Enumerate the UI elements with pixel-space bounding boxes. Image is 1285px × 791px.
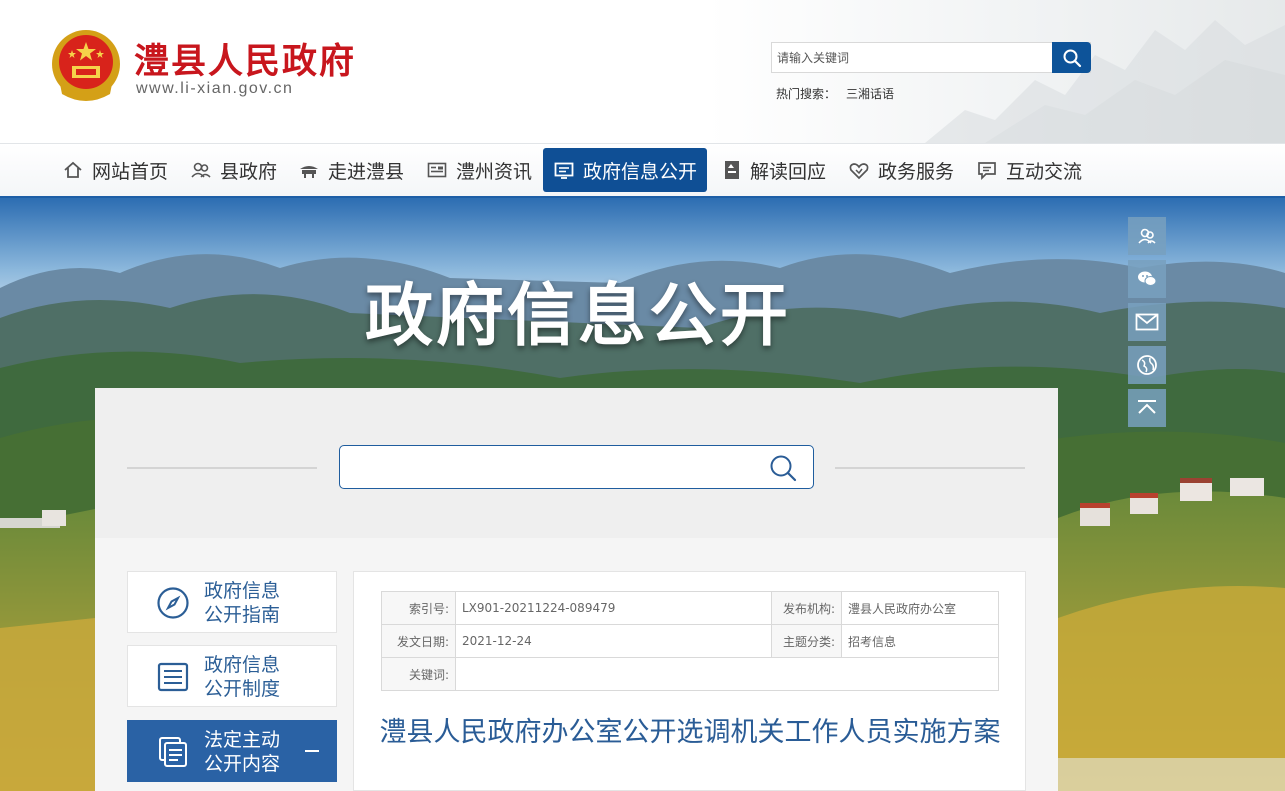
- hot-search-link[interactable]: 三湘话语: [846, 87, 894, 101]
- sidebar-item-label: 法定主动 公开内容: [204, 729, 281, 775]
- nav-item-gov-services[interactable]: 政务服务: [838, 148, 964, 192]
- site-header: 澧县人民政府 www.li-xian.gov.cn 热门搜索： 三湘话语: [0, 0, 1285, 143]
- hot-search: 热门搜索： 三湘话语: [776, 85, 894, 102]
- search-icon[interactable]: [769, 454, 797, 482]
- nav-label: 县政府: [220, 160, 278, 183]
- article-card: 索引号: LX901-20211224-089479 发布机构: 澧县人民政府办…: [353, 571, 1026, 791]
- nav-item-gov-info-disclosure[interactable]: 政府信息公开: [543, 148, 708, 192]
- site-title: 澧县人民政府: [134, 41, 357, 82]
- chat-icon: [978, 162, 996, 181]
- list-doc-icon: [157, 662, 189, 692]
- back-to-top-icon: [1138, 400, 1156, 414]
- meta-topic: 招考信息: [841, 624, 999, 658]
- heart-hand-icon: [849, 163, 869, 180]
- globe-icon: [1137, 355, 1157, 375]
- sidebar-item-disclosure-system[interactable]: 政府信息 公开制度: [127, 645, 337, 707]
- weibo-icon: [1138, 228, 1156, 244]
- nav-item-about-lixian[interactable]: 走进澧县: [288, 148, 414, 192]
- meta-date: 2021-12-24: [455, 624, 772, 658]
- main-panel: 政府信息 公开指南 政府信息 公开制度 法定主动 公开内容 索引号: LX901…: [95, 388, 1058, 791]
- mail-icon: [1135, 313, 1159, 331]
- disclosure-search-box: [339, 445, 814, 489]
- collapse-minus-icon[interactable]: [305, 750, 319, 752]
- nav-label: 走进澧县: [328, 160, 405, 183]
- nav-item-news[interactable]: 澧州资讯: [416, 148, 542, 192]
- pavilion-icon: [300, 166, 318, 178]
- divider-right: [835, 467, 1025, 469]
- header-search-button[interactable]: [1052, 42, 1091, 73]
- nav-label: 网站首页: [92, 160, 169, 183]
- sidebar-item-label: 政府信息 公开制度: [204, 654, 281, 700]
- disclosure-search-input[interactable]: [350, 452, 750, 482]
- article-title: 澧县人民政府办公室公开选调机关工作人员实施方案: [379, 717, 1001, 748]
- meta-key: 主题分类:: [771, 624, 842, 658]
- nav-item-interaction[interactable]: 互动交流: [966, 148, 1092, 192]
- nav-item-county-gov[interactable]: 县政府: [180, 148, 287, 192]
- sidebar-item-label: 政府信息 公开指南: [204, 580, 281, 626]
- hot-search-label: 热门搜索：: [776, 87, 837, 101]
- nav-item-home[interactable]: 网站首页: [52, 148, 178, 192]
- nav-label: 解读回应: [750, 160, 827, 183]
- floating-toolbar: [1128, 217, 1166, 432]
- sidebar-item-disclosure-guide[interactable]: 政府信息 公开指南: [127, 571, 337, 633]
- wechat-button[interactable]: [1128, 260, 1166, 298]
- compass-icon: [157, 587, 189, 619]
- nav-label: 澧州资讯: [456, 160, 533, 183]
- meta-publisher: 澧县人民政府办公室: [841, 591, 999, 625]
- meta-key: 发布机构:: [771, 591, 842, 625]
- nav-item-interpretation[interactable]: 解读回应: [712, 148, 836, 192]
- nav-label: 政府信息公开: [583, 160, 698, 183]
- sidebar-item-statutory-content[interactable]: 法定主动 公开内容: [127, 720, 337, 782]
- weibo-button[interactable]: [1128, 217, 1166, 255]
- info-screen-icon: [554, 162, 574, 179]
- globe-button[interactable]: [1128, 346, 1166, 384]
- site-domain: www.li-xian.gov.cn: [136, 80, 294, 97]
- meta-key: 索引号:: [381, 591, 456, 625]
- back-to-top-button[interactable]: [1128, 389, 1166, 427]
- main-nav: 网站首页 县政府 走进澧县 澧州资讯 政府信息公开 解读回应 政务服务 互动交流: [0, 143, 1285, 198]
- article-meta-table: 索引号: LX901-20211224-089479 发布机构: 澧县人民政府办…: [381, 591, 999, 691]
- header-search-input[interactable]: [772, 43, 1052, 72]
- mail-button[interactable]: [1128, 303, 1166, 341]
- people-icon: [191, 162, 211, 178]
- nav-label: 政务服务: [878, 160, 955, 183]
- divider-left: [127, 467, 317, 469]
- wechat-icon: [1138, 271, 1157, 286]
- meta-key: 关键词:: [381, 657, 456, 691]
- national-emblem-logo: [52, 30, 120, 101]
- meta-index-no: LX901-20211224-089479: [455, 591, 772, 625]
- home-icon: [64, 161, 82, 178]
- search-icon: [1063, 49, 1081, 67]
- meta-key: 发文日期:: [381, 624, 456, 658]
- nav-label: 互动交流: [1006, 160, 1083, 183]
- banner-title: 政府信息公开: [365, 277, 792, 356]
- book-icon: [725, 161, 739, 179]
- news-card-icon: [427, 162, 447, 178]
- stacked-doc-icon: [159, 737, 187, 767]
- meta-keywords: [455, 657, 999, 691]
- header-search-box: [771, 42, 1091, 73]
